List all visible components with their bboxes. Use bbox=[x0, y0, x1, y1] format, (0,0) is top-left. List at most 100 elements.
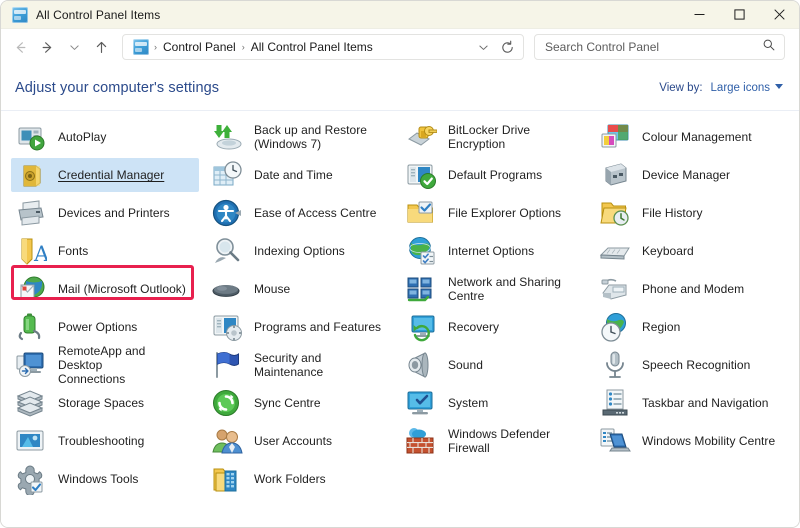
item-fonts[interactable]: A Fonts bbox=[11, 234, 199, 268]
breadcrumb-control-panel-icon[interactable] bbox=[131, 39, 153, 55]
item-backup-restore[interactable]: Back up and Restore (Windows 7) bbox=[207, 120, 391, 154]
item-credential-manager[interactable]: Credential Manager bbox=[11, 158, 199, 192]
recovery-icon bbox=[405, 311, 437, 343]
grid-cell: Keyboard bbox=[587, 232, 787, 270]
content-pane: Adjust your computer's settings View by:… bbox=[1, 65, 799, 527]
item-work-folders[interactable]: Work Folders bbox=[207, 462, 391, 496]
item-mail-microsoft-outlook[interactable]: Mail (Microsoft Outlook) bbox=[11, 272, 199, 306]
breadcrumb-all-items[interactable]: All Control Panel Items bbox=[246, 38, 378, 56]
refresh-icon bbox=[501, 40, 513, 53]
item-date-and-time[interactable]: Date and Time bbox=[207, 158, 391, 192]
item-file-explorer-options[interactable]: File Explorer Options bbox=[401, 196, 587, 230]
grid-cell: Windows Tools bbox=[1, 460, 199, 498]
item-windows-tools[interactable]: Windows Tools bbox=[11, 462, 199, 496]
breadcrumb-separator-2[interactable]: › bbox=[241, 42, 246, 52]
item-internet-options[interactable]: Internet Options bbox=[401, 234, 587, 268]
power-options-icon bbox=[15, 311, 47, 343]
search-icon[interactable] bbox=[762, 38, 776, 57]
item-colour-management[interactable]: Colour Management bbox=[595, 120, 787, 154]
grid-cell: Programs and Features bbox=[199, 308, 391, 346]
up-button[interactable] bbox=[88, 34, 115, 60]
search-input[interactable] bbox=[545, 40, 762, 54]
item-user-accounts[interactable]: User Accounts bbox=[207, 424, 391, 458]
storage-spaces-icon bbox=[15, 387, 47, 419]
address-dropdown-button[interactable] bbox=[471, 35, 495, 59]
control-panel-items-grid: AutoPlay Back up and Restore (Windows 7) … bbox=[1, 111, 799, 498]
item-default-programs[interactable]: Default Programs bbox=[401, 158, 587, 192]
device-manager-icon bbox=[599, 159, 631, 191]
ease-of-access-icon bbox=[211, 197, 243, 229]
item-recovery[interactable]: Recovery bbox=[401, 310, 587, 344]
network-sharing-icon bbox=[405, 273, 437, 305]
item-label: Programs and Features bbox=[254, 320, 382, 334]
grid-cell: Taskbar and Navigation bbox=[587, 384, 787, 422]
grid-cell: Work Folders bbox=[199, 460, 391, 498]
forward-button[interactable] bbox=[34, 34, 61, 60]
item-network-and-sharing-centre[interactable]: Network and Sharing Centre bbox=[401, 272, 587, 306]
item-autoplay[interactable]: AutoPlay bbox=[11, 120, 199, 154]
refresh-button[interactable] bbox=[495, 35, 519, 59]
item-device-manager[interactable]: Device Manager bbox=[595, 158, 787, 192]
keyboard-icon bbox=[599, 235, 631, 267]
item-remoteapp-and-desktop-connections[interactable]: RemoteApp and Desktop Connections bbox=[11, 344, 199, 386]
content-header: Adjust your computer's settings View by:… bbox=[1, 65, 799, 111]
item-windows-defender-firewall[interactable]: Windows Defender Firewall bbox=[401, 424, 587, 458]
backup-restore-icon bbox=[211, 121, 243, 153]
item-label: Taskbar and Navigation bbox=[642, 396, 769, 410]
item-speech-recognition[interactable]: Speech Recognition bbox=[595, 348, 787, 382]
item-label: File History bbox=[642, 206, 703, 220]
item-file-history[interactable]: File History bbox=[595, 196, 787, 230]
item-indexing-options[interactable]: Indexing Options bbox=[207, 234, 391, 268]
sound-icon bbox=[405, 349, 437, 381]
search-box[interactable] bbox=[534, 34, 785, 60]
maximize-button[interactable] bbox=[719, 1, 759, 29]
breadcrumb: › Control Panel › All Control Panel Item… bbox=[131, 38, 471, 56]
item-security-and-maintenance[interactable]: Security and Maintenance bbox=[207, 348, 391, 382]
recent-locations-button[interactable] bbox=[61, 34, 88, 60]
view-by-dropdown[interactable]: Large icons bbox=[711, 82, 783, 94]
grid-cell: Credential Manager bbox=[1, 156, 199, 194]
item-region[interactable]: Region bbox=[595, 310, 787, 344]
grid-cell: Windows Mobility Centre bbox=[587, 422, 787, 460]
mouse-icon bbox=[211, 273, 243, 305]
grid-cell: Power Options bbox=[1, 308, 199, 346]
grid-cell: AutoPlay bbox=[1, 118, 199, 156]
grid-cell: User Accounts bbox=[199, 422, 391, 460]
devices-printers-icon bbox=[15, 197, 47, 229]
bitlocker-icon bbox=[405, 121, 437, 153]
item-taskbar-and-navigation[interactable]: Taskbar and Navigation bbox=[595, 386, 787, 420]
back-button[interactable] bbox=[7, 34, 34, 60]
item-windows-mobility-centre[interactable]: Windows Mobility Centre bbox=[595, 424, 787, 458]
phone-modem-icon bbox=[599, 273, 631, 305]
item-storage-spaces[interactable]: Storage Spaces bbox=[11, 386, 199, 420]
windows-mobility-icon bbox=[599, 425, 631, 457]
item-label: Network and Sharing Centre bbox=[448, 275, 562, 303]
item-sound[interactable]: Sound bbox=[401, 348, 587, 382]
item-devices-and-printers[interactable]: Devices and Printers bbox=[11, 196, 199, 230]
item-label: Troubleshooting bbox=[58, 434, 145, 448]
item-label: Indexing Options bbox=[254, 244, 345, 258]
item-label: AutoPlay bbox=[58, 130, 107, 144]
grid-row: Windows Tools Work Folders bbox=[1, 460, 799, 498]
item-label: Recovery bbox=[448, 320, 500, 334]
item-bitlocker[interactable]: BitLocker Drive Encryption bbox=[401, 120, 587, 154]
close-button[interactable] bbox=[759, 1, 799, 29]
item-system[interactable]: System bbox=[401, 386, 587, 420]
item-keyboard[interactable]: Keyboard bbox=[595, 234, 787, 268]
grid-cell: Internet Options bbox=[391, 232, 587, 270]
item-power-options[interactable]: Power Options bbox=[11, 310, 199, 344]
item-ease-of-access-centre[interactable]: Ease of Access Centre bbox=[207, 196, 391, 230]
item-label: Mail (Microsoft Outlook) bbox=[58, 282, 186, 296]
address-breadcrumb-bar[interactable]: › Control Panel › All Control Panel Item… bbox=[122, 34, 524, 60]
item-label: Power Options bbox=[58, 320, 138, 334]
date-time-icon bbox=[211, 159, 243, 191]
item-sync-centre[interactable]: Sync Centre bbox=[207, 386, 391, 420]
item-mouse[interactable]: Mouse bbox=[207, 272, 391, 306]
minimize-button[interactable] bbox=[679, 1, 719, 29]
item-phone-and-modem[interactable]: Phone and Modem bbox=[595, 272, 787, 306]
work-folders-icon bbox=[211, 463, 243, 495]
item-troubleshooting[interactable]: Troubleshooting bbox=[11, 424, 199, 458]
item-programs-and-features[interactable]: Programs and Features bbox=[207, 310, 391, 344]
breadcrumb-control-panel[interactable]: Control Panel bbox=[158, 38, 241, 56]
control-panel-window: All Control Panel Items › Control Panel … bbox=[0, 0, 800, 528]
